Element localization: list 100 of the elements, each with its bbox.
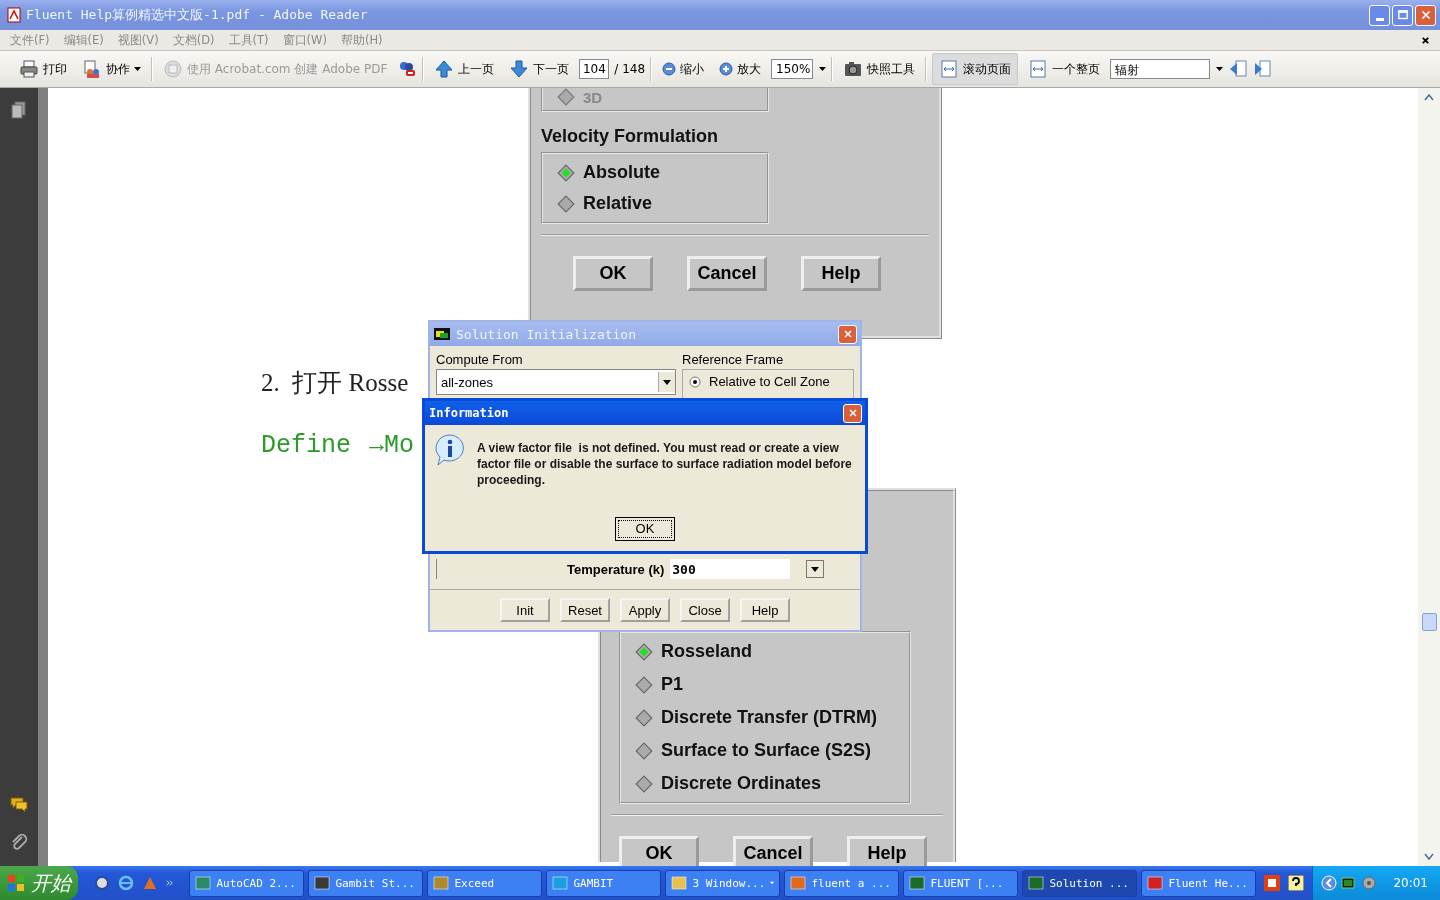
app-icon	[1147, 875, 1164, 891]
caret-icon	[811, 566, 820, 572]
start-button[interactable]: 开始	[0, 866, 78, 900]
dialog-button[interactable]: Close	[680, 598, 730, 622]
clock: 20:01	[1393, 876, 1428, 890]
taskbar-item[interactable]: fluent a ...	[784, 869, 900, 897]
app-icon	[314, 875, 331, 891]
option-label: P1	[661, 674, 684, 695]
taskbar-item[interactable]: Exceed	[427, 869, 543, 897]
dialog-title: Information	[429, 406, 509, 420]
comments-icon[interactable]	[9, 794, 29, 814]
scroll-thumb[interactable]	[1422, 613, 1437, 631]
scroll-down-icon[interactable]	[1423, 852, 1435, 862]
print-button[interactable]: 打印	[14, 55, 72, 83]
previous-result-icon[interactable]	[1228, 59, 1249, 79]
next-page-button[interactable]: 下一页	[504, 55, 575, 83]
taskbar-item[interactable]: Fluent He...	[1141, 869, 1257, 897]
view-mode-button[interactable]: 滚动页面	[932, 53, 1019, 85]
network-icon[interactable]	[1341, 875, 1358, 891]
app-icon	[909, 875, 926, 891]
close-icon	[841, 328, 854, 340]
option-label: Relative	[583, 193, 653, 214]
expand-tray-icon[interactable]	[1321, 875, 1338, 891]
dialog-button[interactable]: Help	[740, 598, 790, 622]
help-icon[interactable]	[1288, 875, 1305, 891]
next-result-icon[interactable]	[1253, 59, 1274, 79]
app-icon[interactable]	[93, 875, 110, 891]
taskbar-item[interactable]: Gambit St...	[308, 869, 424, 897]
taskbar-item[interactable]: 3 Window...	[665, 869, 781, 897]
plus-icon	[719, 62, 734, 76]
people-icon	[82, 59, 102, 79]
dialog-button[interactable]: Apply	[620, 598, 670, 622]
camera-icon	[843, 59, 864, 79]
search-field[interactable]: 辐射	[1110, 59, 1211, 79]
dialog-button-picture: OK	[619, 836, 699, 866]
page-arrows-icon	[939, 59, 960, 79]
dialog-button-picture: OK	[573, 256, 653, 291]
taskbar-item[interactable]: Solution ...	[1022, 869, 1138, 897]
dialog-button[interactable]: Init	[500, 598, 550, 622]
option-label: Discrete Ordinates	[661, 773, 822, 794]
zoom-out-button[interactable]: 缩小	[657, 56, 710, 82]
printer-icon	[19, 59, 39, 79]
compute-from-dropdown[interactable]: all-zones	[436, 369, 676, 395]
info-icon	[433, 433, 467, 467]
maximize-button[interactable]	[1392, 4, 1413, 26]
taskbar-item[interactable]: AutoCAD 2...	[189, 869, 305, 897]
caret-icon[interactable]	[819, 67, 827, 71]
option-label: Surface to Surface (S2S)	[661, 740, 872, 761]
window-title: Fluent Help算例精选中文版-1.pdf - Adobe Reader	[26, 6, 368, 24]
scroll-up-icon[interactable]	[1423, 92, 1435, 102]
pages-icon[interactable]	[9, 100, 29, 120]
view-mode-button[interactable]: 一个整页	[1023, 55, 1106, 83]
option-label: 3D	[583, 88, 603, 106]
page-total: / 148	[614, 62, 646, 76]
page-number-field[interactable]: 104	[579, 59, 610, 79]
scroll-down-button[interactable]	[806, 560, 825, 578]
menu-path-text: →Mo	[369, 431, 415, 460]
dialog-button-picture: Help	[801, 256, 881, 291]
close-icon[interactable]	[1421, 35, 1430, 45]
message-text: A view factor file is not defined. You must read or create a view factor file or disable the surface to surface radiation model before proceeding.	[477, 440, 853, 488]
close-button[interactable]	[1415, 4, 1436, 26]
zoom-in-button[interactable]: 放大	[714, 56, 767, 82]
ok-button[interactable]: OK	[615, 517, 675, 541]
previous-page-button[interactable]: 上一页	[429, 55, 500, 83]
scrollbar[interactable]	[1418, 88, 1440, 866]
maximize-icon	[1395, 8, 1410, 22]
app-icon	[671, 875, 688, 891]
taskbar-item[interactable]: FLUENT [...	[903, 869, 1019, 897]
app-icon	[434, 326, 450, 342]
field-label: Compute From	[436, 352, 524, 367]
close-button[interactable]	[843, 403, 862, 423]
field-label: Temperature (k)	[567, 561, 665, 577]
zoom-field[interactable]: 150%	[771, 59, 814, 79]
step-text: 2. 打开 Rosse	[261, 368, 409, 398]
collaborate-button[interactable]: 协作	[77, 55, 146, 83]
share-icon[interactable]	[397, 59, 418, 79]
page-arrows-icon	[1028, 59, 1049, 79]
option-label: Discrete Transfer (DTRM)	[661, 707, 878, 728]
dialog-button-picture: Cancel	[687, 256, 767, 291]
input-method-icon[interactable]	[1264, 875, 1281, 891]
minus-icon	[662, 62, 677, 76]
chevron-icon[interactable]	[165, 878, 174, 888]
pdf-document-icon	[6, 7, 22, 23]
minimize-icon	[1375, 17, 1384, 21]
dialog-button-picture: Help	[847, 836, 927, 866]
snapshot-tool-button[interactable]: 快照工具	[838, 55, 921, 83]
radio-button[interactable]	[689, 375, 701, 388]
caret-icon	[663, 379, 671, 385]
app-icon	[790, 875, 807, 891]
windows-flag-icon	[6, 874, 25, 892]
temperature-field[interactable]: 300	[670, 559, 791, 579]
dialog-button[interactable]: Reset	[560, 598, 610, 622]
minimize-button[interactable]	[1369, 4, 1390, 26]
taskbar-item[interactable]: GAMBIT	[546, 869, 662, 897]
field-label: Reference Frame	[682, 352, 785, 367]
browser-icon[interactable]	[117, 875, 134, 891]
close-button[interactable]	[838, 324, 857, 344]
caret-icon[interactable]	[1216, 67, 1224, 71]
window-title: Solution Initialization	[456, 326, 636, 342]
dialog-button-picture: Cancel	[733, 836, 813, 866]
